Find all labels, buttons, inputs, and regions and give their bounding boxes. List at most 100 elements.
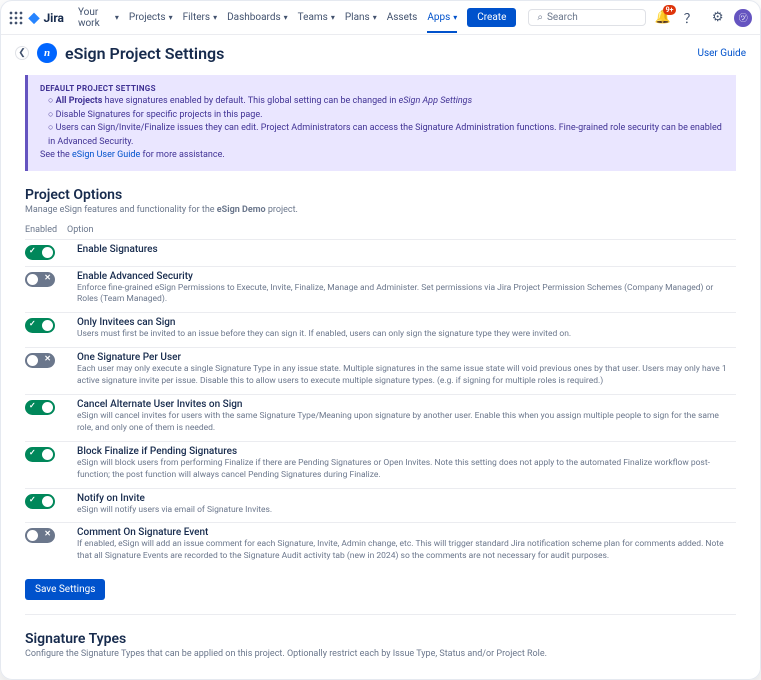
option-desc: Each user may only execute a single Sign… bbox=[77, 364, 736, 388]
toggle-knob bbox=[42, 496, 53, 507]
option-title: Cancel Alternate User Invites on Sign bbox=[77, 399, 736, 410]
callout-line-2: Disable Signatures for specific projects… bbox=[48, 109, 724, 123]
toggle-1[interactable]: ✕ bbox=[25, 272, 55, 287]
toggle-knob bbox=[27, 355, 38, 366]
toggle-2[interactable]: ✓ bbox=[25, 318, 55, 333]
signature-types-subtext: Configure the Signature Types that can b… bbox=[25, 649, 736, 659]
esign-app-icon: n bbox=[37, 43, 57, 63]
notifications-icon[interactable]: 🔔9+ bbox=[652, 7, 673, 29]
toggle-knob bbox=[42, 247, 53, 258]
option-title: Enable Advanced Security bbox=[77, 271, 736, 282]
search-input[interactable]: ⌕ Search bbox=[528, 9, 646, 26]
option-title: One Signature Per User bbox=[77, 352, 736, 363]
nav-projects[interactable]: Projects▾ bbox=[129, 12, 173, 23]
option-title: Notify on Invite bbox=[77, 493, 736, 504]
option-title: Block Finalize if Pending Signatures bbox=[77, 446, 736, 457]
chevron-down-icon: ▾ bbox=[284, 13, 288, 22]
callout-footer-suffix: for more assistance. bbox=[140, 150, 224, 160]
back-button[interactable]: ❮ bbox=[15, 46, 29, 60]
callout-user-guide-link[interactable]: eSign User Guide bbox=[72, 150, 140, 160]
option-desc: If enabled, eSign will add an issue comm… bbox=[77, 539, 736, 563]
option-row: ✕ One Signature Per UserEach user may onl… bbox=[25, 347, 736, 394]
user-avatar[interactable]: ㋡ bbox=[734, 9, 752, 27]
global-nav: ◆ Jira Your work▾ Projects▾ Filters▾ Das… bbox=[1, 1, 760, 35]
chevron-down-icon: ▾ bbox=[331, 13, 335, 22]
toggle-4[interactable]: ✓ bbox=[25, 400, 55, 415]
toggle-knob bbox=[27, 530, 38, 541]
project-options-subtext: Manage eSign features and functionality … bbox=[25, 205, 736, 215]
chevron-down-icon: ▾ bbox=[213, 13, 217, 22]
option-row: ✕ Comment On Signature EventIf enabled, e… bbox=[25, 522, 736, 569]
toggle-0[interactable]: ✓ bbox=[25, 245, 55, 260]
toggle-6[interactable]: ✓ bbox=[25, 494, 55, 509]
toggle-knob bbox=[27, 274, 38, 285]
app-switcher-icon[interactable] bbox=[9, 11, 23, 25]
save-settings-button[interactable]: Save Settings bbox=[25, 579, 105, 600]
info-callout: DEFAULT PROJECT SETTINGS All Projects ha… bbox=[25, 75, 736, 171]
settings-icon[interactable]: ⚙ bbox=[707, 7, 728, 29]
check-icon: ✓ bbox=[29, 401, 36, 410]
option-desc: eSign will block users from performing F… bbox=[77, 458, 736, 482]
option-row: ✓ Only Invitees can SignUsers must first … bbox=[25, 312, 736, 347]
page-title: eSign Project Settings bbox=[65, 44, 224, 63]
jira-logo[interactable]: ◆ Jira bbox=[29, 11, 64, 25]
toggle-5[interactable]: ✓ bbox=[25, 447, 55, 462]
x-icon: ✕ bbox=[44, 529, 51, 538]
help-icon[interactable]: ？ bbox=[679, 7, 700, 29]
col-option: Option bbox=[67, 225, 93, 235]
check-icon: ✓ bbox=[29, 319, 36, 328]
check-icon: ✓ bbox=[29, 246, 36, 255]
toggle-knob bbox=[42, 320, 53, 331]
option-row: ✓ Notify on InviteeSign will notify users… bbox=[25, 488, 736, 523]
nav-dashboards[interactable]: Dashboards▾ bbox=[227, 12, 288, 23]
option-desc: Users must first be invited to an issue … bbox=[77, 329, 736, 341]
search-placeholder: Search bbox=[547, 12, 578, 23]
product-name: Jira bbox=[43, 11, 64, 25]
chevron-down-icon: ▾ bbox=[373, 13, 377, 22]
option-row: ✓ Enable Signatures bbox=[25, 239, 736, 266]
nav-plans[interactable]: Plans▾ bbox=[345, 12, 377, 23]
divider bbox=[25, 614, 736, 615]
toggle-knob bbox=[42, 449, 53, 460]
signature-types-heading: Signature Types bbox=[25, 631, 736, 647]
option-row: ✕ Enable Advanced SecurityEnforce fine-gr… bbox=[25, 266, 736, 313]
options-table: Enabled Option ✓ Enable Signatures ✕ Enable… bbox=[25, 225, 736, 570]
nav-your-work[interactable]: Your work▾ bbox=[78, 7, 119, 29]
callout-footer-prefix: See the bbox=[40, 150, 72, 160]
option-desc: eSign will cancel invites for users with… bbox=[77, 411, 736, 435]
chevron-down-icon: ▾ bbox=[169, 13, 173, 22]
jira-mark-icon: ◆ bbox=[29, 11, 40, 25]
option-title: Comment On Signature Event bbox=[77, 527, 736, 538]
option-desc: eSign will notify users via email of Sig… bbox=[77, 505, 736, 517]
callout-line-3: Users can Sign/Invite/Finalize issues th… bbox=[48, 122, 724, 149]
page-header: ❮ n eSign Project Settings User Guide bbox=[1, 35, 760, 71]
search-icon: ⌕ bbox=[537, 12, 543, 23]
x-icon: ✕ bbox=[44, 273, 51, 282]
project-options-heading: Project Options bbox=[25, 187, 736, 203]
nav-filters[interactable]: Filters▾ bbox=[183, 12, 218, 23]
primary-nav: Your work▾ Projects▾ Filters▾ Dashboards… bbox=[78, 7, 516, 29]
option-title: Enable Signatures bbox=[77, 244, 736, 255]
option-row: ✓ Cancel Alternate User Invites on SigneS… bbox=[25, 394, 736, 441]
option-title: Only Invitees can Sign bbox=[77, 317, 736, 328]
nav-assets[interactable]: Assets bbox=[387, 12, 418, 23]
col-enabled: Enabled bbox=[25, 225, 67, 235]
notification-badge: 9+ bbox=[663, 5, 677, 15]
user-guide-link[interactable]: User Guide bbox=[697, 48, 746, 59]
callout-heading: DEFAULT PROJECT SETTINGS bbox=[40, 83, 724, 95]
toggle-knob bbox=[42, 402, 53, 413]
chevron-down-icon: ▾ bbox=[115, 13, 119, 22]
create-button[interactable]: Create bbox=[467, 8, 516, 27]
nav-apps[interactable]: Apps▾ bbox=[427, 12, 457, 33]
toggle-7[interactable]: ✕ bbox=[25, 528, 55, 543]
chevron-down-icon: ▾ bbox=[453, 13, 457, 22]
check-icon: ✓ bbox=[29, 495, 36, 504]
option-desc: Enforce fine-grained eSign Permissions t… bbox=[77, 283, 736, 307]
callout-line-1-bold: All Projects bbox=[56, 96, 103, 106]
option-row: ✓ Block Finalize if Pending SignatureseSi… bbox=[25, 441, 736, 488]
toggle-3[interactable]: ✕ bbox=[25, 353, 55, 368]
callout-line-1: have signatures enabled by default. This… bbox=[105, 96, 473, 106]
x-icon: ✕ bbox=[44, 354, 51, 363]
nav-teams[interactable]: Teams▾ bbox=[298, 12, 335, 23]
check-icon: ✓ bbox=[29, 448, 36, 457]
